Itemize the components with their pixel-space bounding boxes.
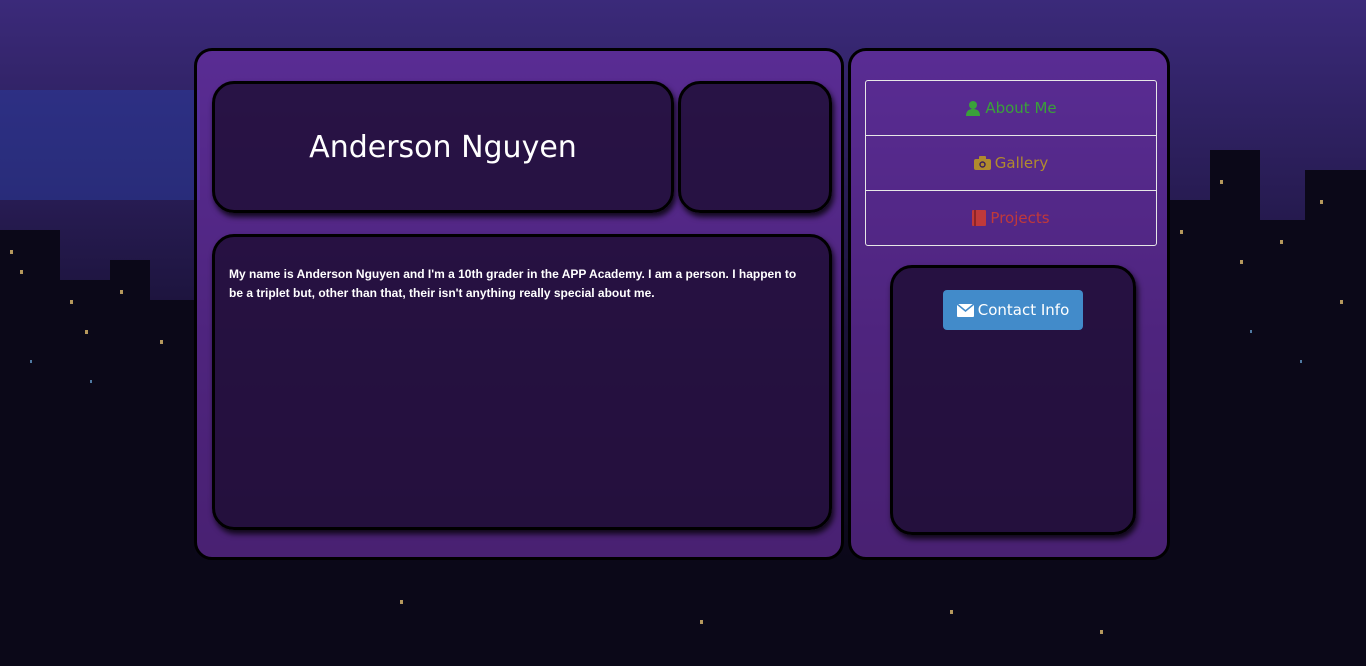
contact-info-button[interactable]: Contact Info — [943, 290, 1083, 330]
contact-info-label: Contact Info — [977, 301, 1070, 319]
book-icon — [972, 210, 987, 226]
sidebar-panel: About Me Gallery Projects Contact Info — [848, 48, 1170, 560]
nav-item-label: Gallery — [994, 154, 1049, 172]
nav-menu: About Me Gallery Projects — [865, 80, 1157, 246]
nav-item-gallery[interactable]: Gallery — [866, 136, 1156, 191]
bio-text: My name is Anderson Nguyen and I'm a 10t… — [229, 267, 797, 300]
main-panel: Anderson Nguyen My name is Anderson Nguy… — [194, 48, 844, 560]
bio-card: My name is Anderson Nguyen and I'm a 10t… — [212, 234, 832, 530]
nav-item-about-me[interactable]: About Me — [866, 81, 1156, 136]
user-icon — [965, 100, 981, 116]
profile-name: Anderson Nguyen — [309, 130, 577, 165]
envelope-icon — [956, 303, 974, 317]
nav-item-label: Projects — [990, 209, 1050, 227]
contact-card: Contact Info — [890, 265, 1136, 535]
camera-icon — [973, 156, 991, 170]
nav-item-projects[interactable]: Projects — [866, 191, 1156, 245]
nav-item-label: About Me — [985, 99, 1057, 117]
profile-photo-frame — [678, 81, 832, 213]
name-card: Anderson Nguyen — [212, 81, 674, 213]
